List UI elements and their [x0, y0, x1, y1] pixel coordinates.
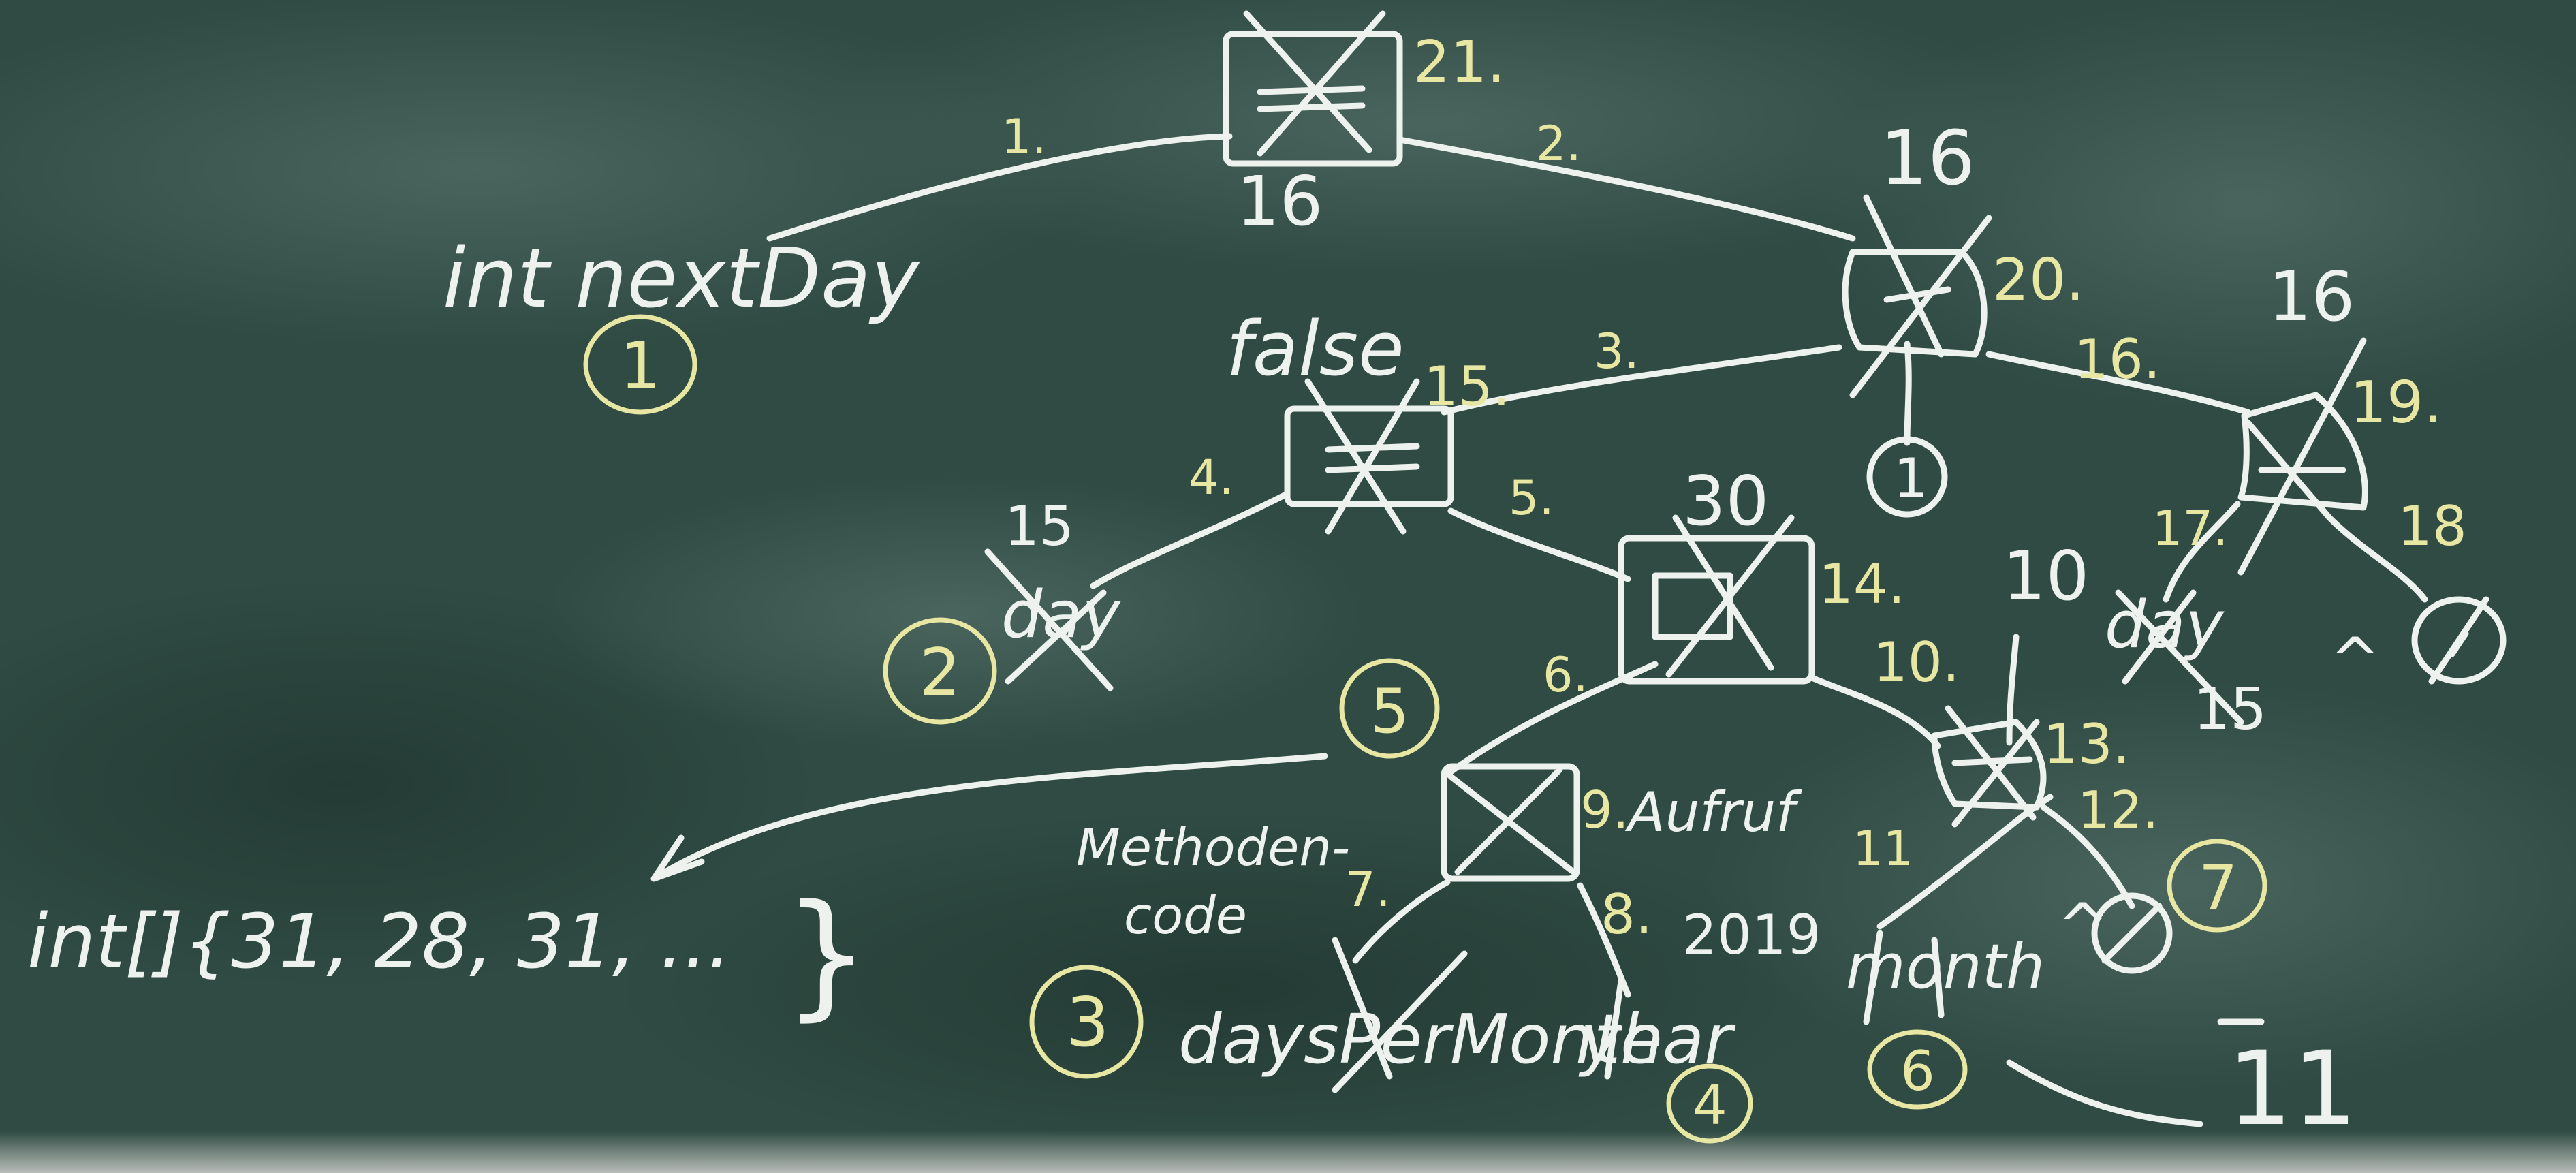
year-2019-label: 2019 — [1682, 903, 1821, 967]
node-c-top-value: 16 — [2268, 257, 2355, 337]
fifteen-b-label: 15 — [2193, 676, 2267, 743]
edge-17-label: 17. — [2152, 501, 2228, 557]
caret-2: ^ — [2057, 890, 2108, 962]
int-nextday-label: int nextDay — [443, 232, 920, 326]
node-c-step-label: 19. — [2350, 369, 2442, 437]
node-b-step-label: 20. — [1992, 247, 2084, 314]
fifteen-label: 15 — [1005, 495, 1074, 558]
edge-12-label: 12. — [2077, 780, 2158, 840]
marker-1-text: 1 — [620, 329, 661, 404]
node-d-step-label: 13. — [2043, 713, 2130, 776]
big-11-label: 11 — [2227, 1030, 2357, 1148]
edge-18-label: 18 — [2398, 495, 2467, 558]
day-label: day — [1001, 578, 1122, 653]
edge-3-label: 3. — [1594, 324, 1639, 379]
marker-6-text: 6 — [1900, 1039, 1935, 1103]
edge-7-label: 7. — [1345, 862, 1391, 918]
root-bottom-value: 16 — [1236, 161, 1323, 241]
edge-4-label: 4. — [1189, 450, 1234, 505]
marker-7-text: 7 — [2199, 853, 2237, 924]
code-label: code — [1124, 886, 1247, 945]
node-arr-step-label: 14. — [1819, 552, 1905, 616]
node-call-step-label: 9. — [1580, 780, 1629, 840]
root-step-label: 21. — [1413, 29, 1505, 96]
edge-6-label: 6. — [1543, 647, 1588, 703]
edge-1-label: 1. — [1001, 109, 1047, 165]
brace-close: } — [783, 875, 870, 1034]
int-array-label: int[]{31, 28, 31, ... — [27, 898, 732, 985]
thirty-label: 30 — [1682, 461, 1769, 541]
caret-1: ^ — [2329, 625, 2381, 696]
edge-5-label: 5. — [1509, 470, 1554, 526]
edge-8-label: 8. — [1601, 883, 1652, 946]
marker-2-text: 2 — [920, 636, 960, 710]
false-label: false — [1226, 305, 1404, 392]
node-b-top-value: 16 — [1880, 114, 1975, 202]
aufruf-label: Aufruf — [1624, 781, 1802, 844]
node-eq-step-label: 15. — [1424, 355, 1510, 418]
marker-5-text: 5 — [1370, 676, 1409, 747]
edge-2-label: 2. — [1536, 116, 1582, 172]
node-b-leaf-value: 1 — [1894, 447, 1928, 510]
marker-3-text: 3 — [1066, 982, 1110, 1062]
eleven-label: 11 — [1853, 821, 1913, 877]
methoden-label: Methoden- — [1076, 817, 1350, 877]
edge-10-label: 10. — [1873, 631, 1960, 694]
month-label: month — [1846, 931, 2045, 1003]
ten-label: 10 — [2002, 536, 2089, 616]
year-label: year — [1578, 999, 1736, 1079]
edge-16-label: 16. — [2074, 328, 2161, 391]
chalkboard-photo: 16 int nextDay 16 1 16 false 15 day 30 1… — [0, 0, 2576, 1173]
marker-4-text: 4 — [1693, 1074, 1727, 1137]
day2-label: day — [2105, 588, 2225, 663]
